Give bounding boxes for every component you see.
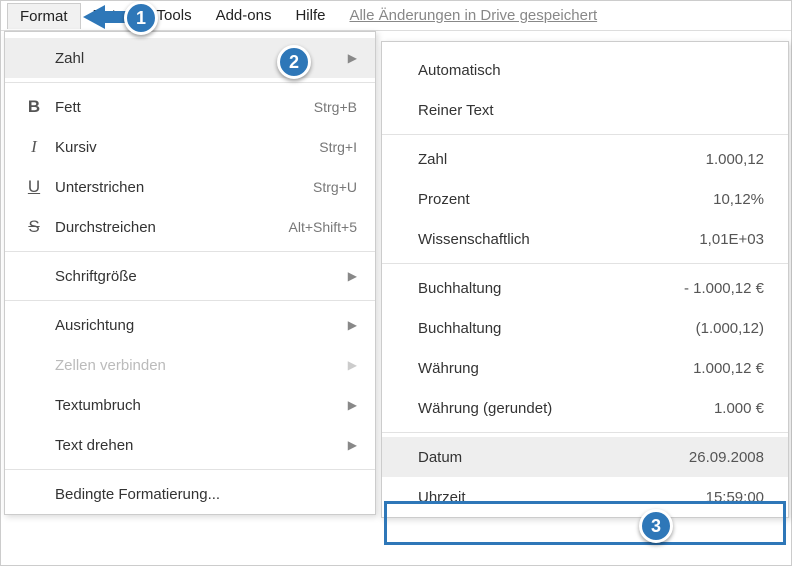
menuitem-label: Kursiv (49, 139, 319, 156)
format-label: Reiner Text (418, 102, 764, 119)
step-badge-3: 3 (639, 509, 673, 543)
menuitem-zellen-verbinden: Zellen verbinden ▶ (5, 345, 375, 385)
format-example: - 1.000,12 € (684, 280, 764, 297)
submenu-arrow-icon: ▶ (348, 269, 357, 283)
format-waehrung[interactable]: Währung 1.000,12 € (382, 348, 788, 388)
format-example: 10,12% (713, 191, 764, 208)
shortcut-text: Strg+I (319, 139, 357, 155)
annotation-arrow-icon (83, 5, 105, 29)
shortcut-text: Alt+Shift+5 (289, 219, 358, 235)
format-menu-dropdown: Zahl ▶ B Fett Strg+B I Kursiv Strg+I U U… (4, 31, 376, 515)
format-waehrung-gerundet[interactable]: Währung (gerundet) 1.000 € (382, 388, 788, 428)
format-label: Uhrzeit (418, 489, 706, 506)
menuitem-label: Durchstreichen (49, 219, 289, 236)
format-reiner-text[interactable]: Reiner Text (382, 90, 788, 130)
menuitem-text-drehen[interactable]: Text drehen ▶ (5, 425, 375, 465)
italic-icon: I (19, 137, 49, 157)
format-label: Wissenschaftlich (418, 231, 699, 248)
save-status-link[interactable]: Alle Änderungen in Drive gespeichert (349, 7, 597, 24)
menu-format[interactable]: Format (7, 3, 81, 29)
format-buchhaltung-1[interactable]: Buchhaltung - 1.000,12 € (382, 268, 788, 308)
submenu-arrow-icon: ▶ (348, 51, 357, 65)
format-prozent[interactable]: Prozent 10,12% (382, 179, 788, 219)
format-zahl[interactable]: Zahl 1.000,12 (382, 139, 788, 179)
step-badge-1: 1 (124, 1, 158, 35)
format-example: 1.000,12 € (693, 360, 764, 377)
submenu-arrow-icon: ▶ (348, 358, 357, 372)
menuitem-textumbruch[interactable]: Textumbruch ▶ (5, 385, 375, 425)
menuitem-label: Fett (49, 99, 314, 116)
menuitem-schriftgroesse[interactable]: Schriftgröße ▶ (5, 256, 375, 296)
menu-hilfe[interactable]: Hilfe (283, 3, 337, 28)
menuitem-label: Ausrichtung (49, 317, 348, 334)
format-wissenschaftlich[interactable]: Wissenschaftlich 1,01E+03 (382, 219, 788, 259)
shortcut-text: Strg+U (313, 179, 357, 195)
menuitem-label: Bedingte Formatierung... (49, 486, 357, 503)
menuitem-kursiv[interactable]: I Kursiv Strg+I (5, 127, 375, 167)
format-label: Automatisch (418, 62, 764, 79)
menuitem-bedingte-formatierung[interactable]: Bedingte Formatierung... (5, 474, 375, 514)
submenu-arrow-icon: ▶ (348, 398, 357, 412)
menuitem-label: Schriftgröße (49, 268, 348, 285)
format-automatisch[interactable]: Automatisch (382, 50, 788, 90)
format-buchhaltung-2[interactable]: Buchhaltung (1.000,12) (382, 308, 788, 348)
format-label: Prozent (418, 191, 713, 208)
underline-icon: U (19, 177, 49, 197)
format-datum[interactable]: Datum 26.09.2008 (382, 437, 788, 477)
format-example: 15:59:00 (706, 489, 764, 506)
menuitem-label: Text drehen (49, 437, 348, 454)
format-uhrzeit[interactable]: Uhrzeit 15:59:00 (382, 477, 788, 517)
format-example: 26.09.2008 (689, 449, 764, 466)
zahl-submenu: Automatisch Reiner Text Zahl 1.000,12 Pr… (381, 41, 789, 518)
menu-addons[interactable]: Add-ons (204, 3, 284, 28)
format-example: (1.000,12) (696, 320, 764, 337)
format-example: 1.000,12 (706, 151, 764, 168)
menuitem-zahl[interactable]: Zahl ▶ (5, 38, 375, 78)
format-example: 1.000 € (714, 400, 764, 417)
menuitem-ausrichtung[interactable]: Ausrichtung ▶ (5, 305, 375, 345)
menuitem-durchstreichen[interactable]: S Durchstreichen Alt+Shift+5 (5, 207, 375, 247)
menuitem-label: Unterstrichen (49, 179, 313, 196)
menuitem-label: Textumbruch (49, 397, 348, 414)
menuitem-label: Zellen verbinden (49, 357, 348, 374)
format-example: 1,01E+03 (699, 231, 764, 248)
format-label: Buchhaltung (418, 280, 684, 297)
format-label: Zahl (418, 151, 706, 168)
submenu-arrow-icon: ▶ (348, 318, 357, 332)
submenu-arrow-icon: ▶ (348, 438, 357, 452)
format-label: Währung (418, 360, 693, 377)
shortcut-text: Strg+B (314, 99, 357, 115)
format-label: Währung (gerundet) (418, 400, 714, 417)
step-badge-2: 2 (277, 45, 311, 79)
menuitem-fett[interactable]: B Fett Strg+B (5, 87, 375, 127)
strikethrough-icon: S (19, 217, 49, 237)
format-label: Buchhaltung (418, 320, 696, 337)
format-label: Datum (418, 449, 689, 466)
menuitem-unterstrichen[interactable]: U Unterstrichen Strg+U (5, 167, 375, 207)
bold-icon: B (19, 97, 49, 117)
